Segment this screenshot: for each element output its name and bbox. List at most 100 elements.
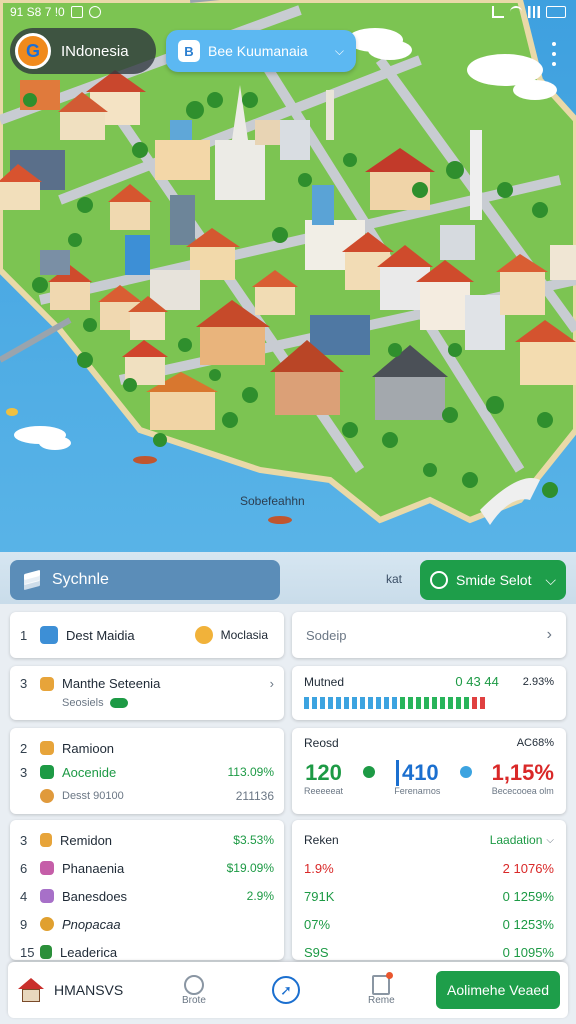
resource-list[interactable]: 2 Ramioon 3 Aocenide 113.09% Desst 90100… (10, 728, 284, 814)
bag-icon (40, 676, 54, 691)
list-item[interactable]: 1.9% 2 1076% (304, 854, 554, 882)
row-right-value: 2 1076% (502, 860, 554, 876)
map-place-label: Sobefeahhn (240, 494, 305, 508)
nav-item-build[interactable]: Brote (182, 974, 206, 1006)
list-item[interactable]: 2 Ramioon (20, 736, 274, 760)
list-item[interactable]: 9 Pnopacaa (20, 910, 274, 938)
stats-card[interactable]: Reosd AC68% 120 Reeeeeat 410 Ferenarnos … (292, 728, 566, 814)
status-time: 91 S8 7 !0 (10, 5, 65, 19)
bag-icon (40, 741, 54, 755)
factory-icon (40, 861, 54, 875)
coin-icon (194, 626, 213, 644)
list-item[interactable]: 6 Phanaenia $19.09% (20, 854, 274, 882)
notification-icon (70, 6, 83, 18)
row-index: 15 (20, 944, 35, 960)
location-search-text: Bee Kuumanaia (208, 43, 308, 59)
chevron-down-icon: ⌵ (334, 43, 344, 58)
wifi-icon (510, 6, 522, 18)
ranking-sort[interactable]: Laadation (490, 833, 543, 847)
row-index: 1 (20, 627, 28, 643)
row-index: 3 (20, 676, 28, 691)
filter-label: kat (386, 572, 403, 586)
row-label: Banesdoes (62, 888, 128, 904)
nav-label: Brote (182, 994, 206, 1006)
list-item[interactable]: Desst 90100 211136 (20, 784, 274, 808)
stat-label: Ferenarnos (394, 786, 441, 796)
status-toggle-icon (109, 698, 128, 708)
action-label: Aolimehe Veaed (447, 982, 549, 998)
ranking-title: Reken (304, 833, 339, 847)
growth-icon (362, 766, 375, 778)
row-right-value: 0 1253% (502, 916, 554, 932)
primary-action-button[interactable]: Aolimehe Veaed (436, 971, 560, 1009)
district-title: Manthe Seteenia (62, 676, 161, 691)
home-tab[interactable]: HMANSVS (18, 978, 123, 1002)
traffic-value: 0 43 44 (455, 674, 499, 689)
bag-icon (40, 833, 52, 847)
country-selector[interactable]: G INdonesia (10, 28, 156, 74)
list-item[interactable]: 4 Banesdoes 2.9% (20, 882, 274, 910)
production-list[interactable]: 3 Remidon $3.53% 6 Phanaenia $19.09% 4 B… (10, 820, 284, 960)
mode-select-label: Smide Selot (456, 572, 532, 588)
region-badge: Moclasia (220, 628, 268, 642)
mode-select[interactable]: Smide Selot ⌵ (420, 560, 566, 600)
list-item[interactable]: 791K 0 1259% (304, 882, 554, 910)
coin-icon (40, 917, 54, 931)
row-value: $3.53% (233, 833, 274, 847)
clock-icon (430, 571, 448, 589)
signal-icon (492, 6, 504, 18)
list-item[interactable]: 3 Aocenide 113.09% (20, 760, 274, 784)
list-item[interactable]: 07% 0 1253% (304, 910, 554, 938)
location-badge-letter: B (184, 43, 194, 59)
row-index: 9 (20, 916, 28, 932)
schedule-button[interactable]: Sychnle (10, 560, 280, 600)
region-title: Dest Maidia (66, 627, 135, 643)
district-subtitle: Seosiels (62, 697, 104, 709)
region-card[interactable]: 1 Dest Maidia Moclasia (10, 612, 284, 658)
row-label: Desst 90100 (62, 790, 124, 802)
row-index: 6 (20, 860, 28, 876)
chevron-down-icon: ⌵ (546, 834, 554, 846)
row-label: Aocenide (62, 764, 117, 780)
location-search-dropdown[interactable]: B Bee Kuumanaia ⌵ (166, 30, 356, 72)
row-index: 3 (20, 764, 28, 780)
gear-icon (40, 789, 54, 803)
plant-icon (40, 765, 54, 779)
country-name: INdonesia (61, 42, 129, 60)
search-card-label: Sodeip (306, 627, 347, 643)
list-item[interactable]: 3 Remidon $3.53% (20, 826, 274, 854)
stat-label: Reeeeeat (304, 786, 344, 796)
row-index: 4 (20, 888, 28, 904)
row-label: Ramioon (62, 740, 115, 756)
house-icon (18, 978, 44, 1002)
row-label: Phanaenia (62, 860, 125, 876)
control-strip: Sychnle kat Smide Selot ⌵ (0, 552, 576, 604)
clipboard-icon (372, 971, 394, 995)
traffic-bar (304, 697, 554, 709)
status-bar: 91 S8 7 !0 (0, 0, 576, 24)
layers-icon (22, 569, 42, 591)
row-value: 211136 (235, 789, 274, 803)
traffic-pct: 2.93% (522, 675, 554, 688)
alarm-icon (88, 6, 101, 18)
row-left-value: 07% (304, 916, 331, 932)
bottom-nav: HMANSVS Brote ➚ Reme Aolimehe Veaed (8, 962, 568, 1018)
traffic-card[interactable]: Mutned 0 43 44 2.93% (292, 666, 566, 720)
search-card[interactable]: Sodeip › (292, 612, 566, 658)
schedule-label: Sychnle (52, 571, 109, 588)
more-options-icon[interactable] (550, 42, 558, 66)
battery-icon (546, 6, 566, 18)
row-left-value: 1.9% (304, 860, 334, 876)
cube-icon (40, 626, 58, 644)
chevron-down-icon: ⌵ (545, 571, 556, 588)
ranking-card[interactable]: Reken Laadation ⌵ 1.9% 2 1076% 791K 0 12… (292, 820, 566, 960)
map-canvas[interactable] (0, 0, 576, 600)
stat-value: 410 (395, 760, 439, 786)
home-label: HMANSVS (54, 982, 124, 998)
row-value: 113.09% (227, 765, 274, 779)
district-card[interactable]: 3 Manthe Seteenia › Seosiels (10, 666, 284, 720)
nav-item-compass[interactable]: ➚ (272, 976, 300, 1004)
city-map[interactable] (0, 0, 576, 600)
bars-icon (528, 6, 540, 18)
nav-item-reports[interactable]: Reme (368, 971, 395, 1006)
